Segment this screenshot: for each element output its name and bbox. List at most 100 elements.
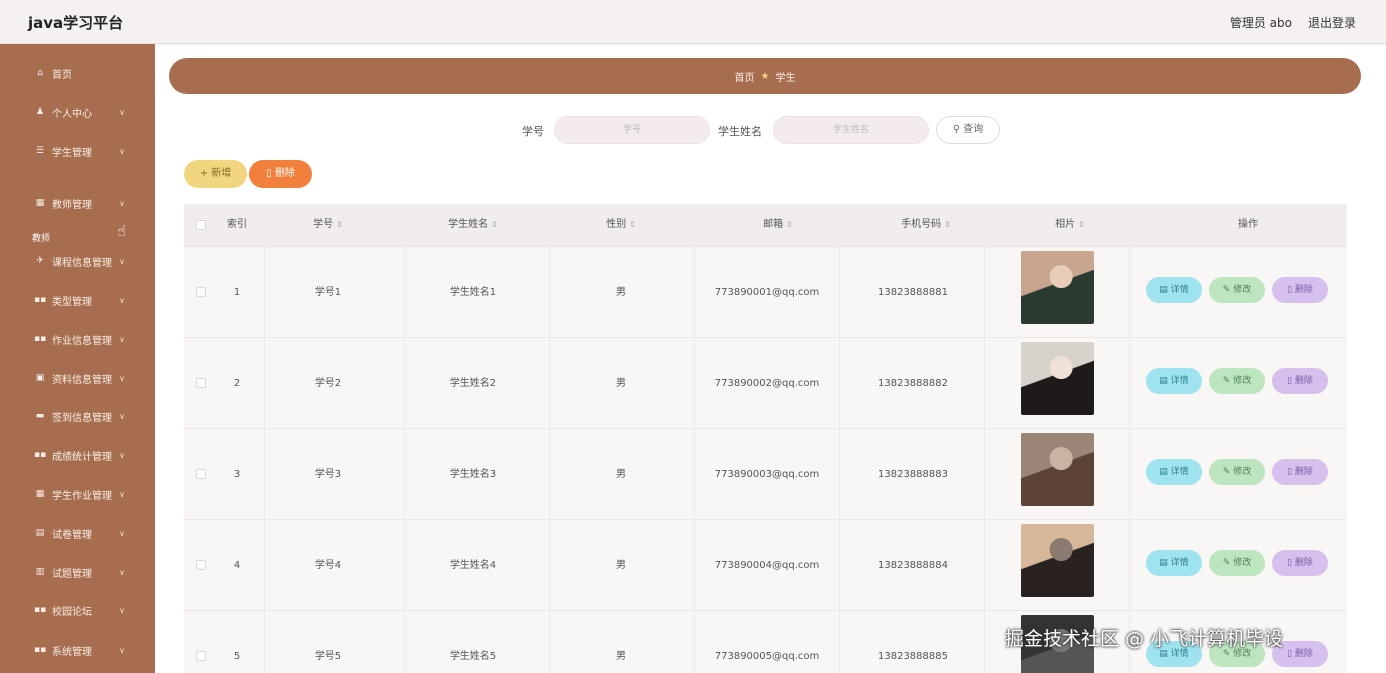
column-header-5[interactable]: 邮箱 ⇕ bbox=[763, 204, 793, 246]
row-checkbox[interactable] bbox=[196, 287, 206, 297]
column-header-7[interactable]: 相片 ⇕ bbox=[1055, 204, 1085, 246]
row-delete-label: 删除 bbox=[1294, 558, 1313, 568]
row-delete-button[interactable]: ▯ 删除 bbox=[1272, 550, 1328, 576]
student-id-input[interactable]: 学号 bbox=[554, 116, 710, 144]
column-divider bbox=[1129, 429, 1130, 520]
sidebar-item-12[interactable]: ▤ 试卷管理 ∨ bbox=[0, 521, 155, 545]
cell-name: 学生姓名3 bbox=[449, 469, 497, 480]
sidebar-item-5[interactable]: ✈ 课程信息管理 ∨ bbox=[0, 249, 155, 273]
table-header: 索引 学号 ⇕ 学生姓名 ⇕ 性别 ⇕ 邮箱 ⇕ 手机号码 ⇕ 相片 ⇕ 操作 bbox=[184, 204, 1347, 246]
sidebar-item-1[interactable]: ⌂ 首页 bbox=[0, 61, 155, 85]
logout-link[interactable]: 退出登录 bbox=[1308, 14, 1356, 31]
chevron-down-icon: ∨ bbox=[119, 489, 125, 499]
row-delete-button[interactable]: ▯ 删除 bbox=[1272, 277, 1328, 303]
column-divider bbox=[839, 247, 840, 338]
sidebar-item-7[interactable]: ▪▪ 作业信息管理 ∨ bbox=[0, 327, 155, 351]
sidebar-item-10[interactable]: ▪▪ 成绩统计管理 ∨ bbox=[0, 443, 155, 467]
cell-phone: 13823888881 bbox=[878, 287, 948, 298]
add-button[interactable]: + 新增 bbox=[184, 160, 247, 188]
sort-icon[interactable]: ⇕ bbox=[336, 220, 343, 229]
chevron-down-icon: ∨ bbox=[119, 645, 125, 655]
column-divider bbox=[264, 611, 265, 673]
cell-email: 773890002@qq.com bbox=[714, 378, 820, 389]
column-divider bbox=[984, 520, 985, 611]
cell-index: 4 bbox=[233, 560, 241, 571]
top-bar: java学习平台 管理员 abo 退出登录 bbox=[0, 0, 1386, 44]
row-detail-button[interactable]: ▤ 详情 bbox=[1146, 459, 1202, 485]
row-delete-button[interactable]: ▯ 删除 bbox=[1272, 368, 1328, 394]
sidebar-item-label: 签到信息管理 bbox=[52, 412, 112, 424]
sort-icon[interactable]: ⇕ bbox=[786, 220, 793, 229]
sidebar-item-label: 学生作业管理 bbox=[52, 490, 112, 502]
student-id-label: 学号 bbox=[522, 125, 544, 138]
row-detail-button[interactable]: ▤ 详情 bbox=[1146, 368, 1202, 394]
column-header-6[interactable]: 手机号码 ⇕ bbox=[901, 204, 951, 246]
select-all-checkbox[interactable] bbox=[196, 220, 206, 230]
row-detail-button[interactable]: ▤ 详情 bbox=[1146, 277, 1202, 303]
sort-icon[interactable]: ⇕ bbox=[491, 220, 498, 229]
row-detail-label: 详情 bbox=[1170, 376, 1189, 386]
cell-email: 773890001@qq.com bbox=[714, 287, 820, 298]
sidebar-item-4[interactable]: ▦ 教师管理 ∨ bbox=[0, 191, 155, 215]
column-header-label: 相片 bbox=[1055, 219, 1076, 230]
sidebar-item-label: 资料信息管理 bbox=[52, 374, 112, 386]
bulk-delete-button[interactable]: ▯ 删除 bbox=[249, 160, 312, 188]
cell-index: 1 bbox=[233, 287, 241, 298]
app-title: java学习平台 bbox=[28, 14, 124, 32]
row-checkbox[interactable] bbox=[196, 378, 206, 388]
row-checkbox[interactable] bbox=[196, 560, 206, 570]
cell-name: 学生姓名4 bbox=[449, 560, 497, 571]
column-divider bbox=[694, 429, 695, 520]
chevron-down-icon: ∨ bbox=[119, 295, 125, 305]
row-detail-button[interactable]: ▤ 详情 bbox=[1146, 550, 1202, 576]
grid-icon: ▪▪ bbox=[34, 450, 47, 460]
chevron-down-icon: ∨ bbox=[119, 373, 125, 383]
sidebar-item-9[interactable]: ▬ 签到信息管理 ∨ bbox=[0, 404, 155, 428]
column-divider bbox=[839, 611, 840, 673]
query-button[interactable]: ⚲ 查询 bbox=[936, 116, 1000, 144]
sort-icon[interactable]: ⇕ bbox=[1078, 220, 1085, 229]
sidebar-item-8[interactable]: ▣ 资料信息管理 ∨ bbox=[0, 366, 155, 390]
bulk-delete-label: 删除 bbox=[274, 168, 295, 179]
row-delete-button[interactable]: ▯ 删除 bbox=[1272, 459, 1328, 485]
row-detail-label: 详情 bbox=[1170, 467, 1189, 477]
sidebar-item-14[interactable]: ▪▪ 校园论坛 ∨ bbox=[0, 598, 155, 622]
sidebar-item-13[interactable]: ▥ 试题管理 ∨ bbox=[0, 560, 155, 584]
row-checkbox[interactable] bbox=[196, 469, 206, 479]
sidebar-item-label: 学生管理 bbox=[52, 147, 92, 159]
column-divider bbox=[1129, 520, 1130, 611]
column-header-label: 手机号码 bbox=[901, 219, 942, 230]
breadcrumb-home[interactable]: 首页 bbox=[735, 69, 755, 84]
column-header-4[interactable]: 性别 ⇕ bbox=[606, 204, 636, 246]
row-checkbox[interactable] bbox=[196, 651, 206, 661]
sidebar-item-label: 类型管理 bbox=[52, 296, 92, 308]
row-edit-button[interactable]: ✎ 修改 bbox=[1209, 459, 1265, 485]
column-header-2[interactable]: 学号 ⇕ bbox=[313, 204, 343, 246]
column-divider bbox=[264, 520, 265, 611]
row-edit-button[interactable]: ✎ 修改 bbox=[1209, 277, 1265, 303]
chevron-down-icon: ∨ bbox=[119, 528, 125, 538]
row-delete-label: 删除 bbox=[1294, 649, 1313, 659]
cell-gender: 男 bbox=[616, 287, 626, 298]
cell-index: 5 bbox=[233, 651, 241, 662]
cell-id: 学号4 bbox=[314, 560, 342, 571]
row-edit-label: 修改 bbox=[1233, 558, 1252, 568]
sidebar-item-6[interactable]: ▪▪ 类型管理 ∨ bbox=[0, 288, 155, 312]
sort-icon[interactable]: ⇕ bbox=[944, 220, 951, 229]
column-header-3[interactable]: 学生姓名 ⇕ bbox=[448, 204, 498, 246]
sidebar-item-15[interactable]: ▪▪ 系统管理 ∨ bbox=[0, 638, 155, 662]
row-edit-button[interactable]: ✎ 修改 bbox=[1209, 550, 1265, 576]
sort-icon[interactable]: ⇕ bbox=[629, 220, 636, 229]
sidebar-item-11[interactable]: ▦ 学生作业管理 ∨ bbox=[0, 482, 155, 506]
trash-icon: ▯ bbox=[1287, 376, 1295, 386]
row-edit-button[interactable]: ✎ 修改 bbox=[1209, 368, 1265, 394]
row-detail-label: 详情 bbox=[1170, 285, 1189, 295]
cell-index: 3 bbox=[233, 469, 241, 480]
student-name-input[interactable]: 学生姓名 bbox=[773, 116, 929, 144]
student-photo bbox=[1021, 342, 1094, 415]
student-table: 索引 学号 ⇕ 学生姓名 ⇕ 性别 ⇕ 邮箱 ⇕ 手机号码 ⇕ 相片 ⇕ 操作 1 学号1 学生姓名1 男 773… bbox=[184, 204, 1347, 673]
detail-icon: ▤ bbox=[1159, 285, 1171, 295]
column-divider bbox=[404, 247, 405, 338]
card-icon: ▦ bbox=[35, 198, 45, 208]
sidebar-item-label: 试卷管理 bbox=[52, 529, 92, 541]
